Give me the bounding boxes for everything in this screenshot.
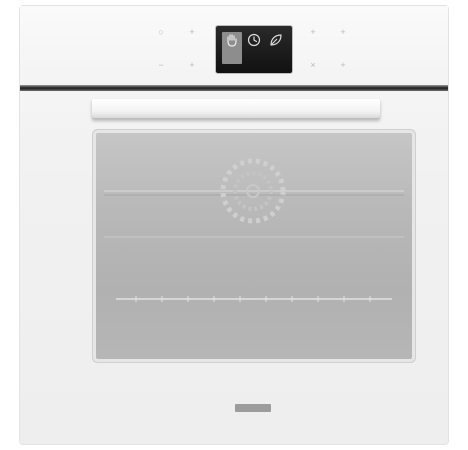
brand-badge [235,404,271,412]
plus-icon[interactable]: + [338,60,348,70]
leaf-icon [270,34,282,46]
oven: ○ + − + + + × + [20,6,448,444]
control-panel: ○ + − + + + × + [20,6,448,88]
mode-clock[interactable] [244,32,264,64]
door-handle[interactable] [92,99,380,119]
circle-icon[interactable]: ○ [156,27,166,37]
minus-icon[interactable]: − [156,60,166,70]
plus-icon[interactable]: + [338,27,348,37]
mode-hand[interactable] [222,32,242,64]
plus-icon[interactable]: + [187,60,197,70]
plus-icon[interactable]: + [187,27,197,37]
panel-divider [20,85,448,91]
hand-icon [227,34,237,47]
control-display [216,26,292,73]
clock-icon [247,33,261,47]
oven-interior [96,133,412,359]
oven-window [96,133,412,359]
close-icon[interactable]: × [308,60,318,70]
mode-eco[interactable] [266,32,286,64]
plus-icon[interactable]: + [308,27,318,37]
